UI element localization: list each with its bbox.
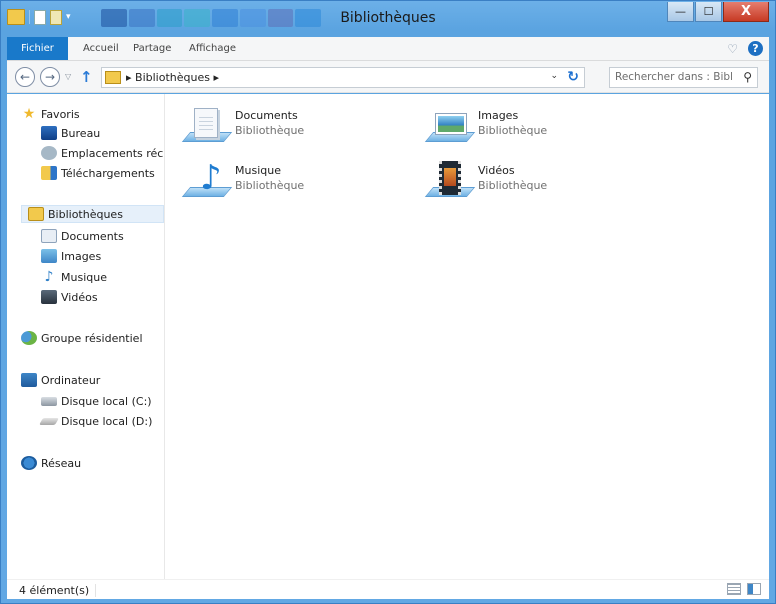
navigation-bar: ← → ▽ ↑ ▸ Bibliothèques ▸ ⌄ ↻ Rechercher… <box>7 61 769 93</box>
videos-icon <box>41 290 57 304</box>
sidebar-item-label: Disque local (D:) <box>61 414 153 428</box>
documents-library-icon <box>181 106 233 148</box>
details-view-icon[interactable] <box>727 583 741 595</box>
title-bar[interactable]: ▾ Bibliothèques — ☐ X <box>1 1 775 35</box>
sidebar-item-label: Disque local (C:) <box>61 394 152 408</box>
homegroup-icon <box>21 331 37 345</box>
large-icons-view-icon[interactable] <box>747 583 761 595</box>
address-path[interactable]: ▸ Bibliothèques ▸ <box>126 71 219 84</box>
library-item-pictures[interactable]: Images Bibliothèque <box>409 100 649 148</box>
film-strip <box>439 161 461 195</box>
recent-locations-icon[interactable]: ▽ <box>65 72 71 81</box>
sidebar-item-label: Bibliothèques <box>48 207 123 221</box>
libraries-icon <box>28 207 44 221</box>
content-area: ★ Favoris Bureau Emplacements récen Télé… <box>7 94 769 579</box>
picture-frame <box>436 114 466 134</box>
search-icon[interactable]: ⚲ <box>743 70 752 84</box>
sidebar-item-documents[interactable]: Documents <box>41 227 124 245</box>
hard-drive-icon <box>41 396 57 406</box>
desktop-icon <box>41 126 57 140</box>
library-type: Bibliothèque <box>235 124 305 137</box>
help-icon[interactable]: ? <box>748 41 763 56</box>
computer-icon <box>21 373 37 387</box>
sidebar-item-computer[interactable]: Ordinateur <box>21 371 100 389</box>
back-button[interactable]: ← <box>15 67 35 87</box>
library-name: Images <box>478 109 519 122</box>
expand-ribbon-icon[interactable]: ♡ <box>727 42 738 56</box>
pictures-icon <box>41 249 57 263</box>
sidebar-item-label: Favoris <box>41 107 80 121</box>
sidebar-item-label: Réseau <box>41 456 82 470</box>
library-name: Musique <box>235 164 281 177</box>
search-input[interactable]: Rechercher dans : Bibli... <box>615 71 733 83</box>
sidebar-item-drive-c[interactable]: Disque local (C:) <box>41 392 152 410</box>
sidebar-item-desktop[interactable]: Bureau <box>41 124 100 142</box>
sidebar-item-label: Emplacements récen <box>61 146 164 160</box>
pictures-library-icon <box>424 106 476 148</box>
sidebar-item-label: Téléchargements <box>61 166 155 180</box>
sidebar-item-label: Vidéos <box>61 290 98 304</box>
window-title: Bibliothèques <box>340 10 436 26</box>
sidebar-item-recent-places[interactable]: Emplacements récen <box>41 144 164 162</box>
refresh-icon[interactable]: ↻ <box>567 69 579 85</box>
sidebar-item-label: Groupe résidentiel <box>41 331 143 345</box>
document-page <box>194 108 218 138</box>
close-button[interactable]: X <box>723 2 769 22</box>
tab-view[interactable]: Affichage <box>183 37 242 60</box>
sidebar-item-pictures[interactable]: Images <box>41 247 101 265</box>
library-name: Documents <box>235 109 298 122</box>
explorer-window: ▾ Bibliothèques — ☐ X Fichier Accueil Pa… <box>0 0 776 604</box>
tab-share[interactable]: Partage <box>127 37 177 60</box>
music-note: ♪ <box>200 158 222 198</box>
downloads-icon <box>41 166 57 180</box>
library-type: Bibliothèque <box>478 124 548 137</box>
library-item-music[interactable]: ♪ Musique Bibliothèque <box>166 155 406 203</box>
videos-library-icon <box>424 161 476 203</box>
sidebar-item-music[interactable]: ♪ Musique <box>41 268 107 286</box>
library-item-documents[interactable]: Documents Bibliothèque <box>166 100 406 148</box>
library-item-videos[interactable]: Vidéos Bibliothèque <box>409 155 649 203</box>
sidebar-item-libraries[interactable]: Bibliothèques <box>21 205 164 223</box>
minimize-button[interactable]: — <box>667 2 694 22</box>
file-list: Documents Bibliothèque Images Bibliothèq… <box>166 94 769 579</box>
address-bar[interactable]: ▸ Bibliothèques ▸ ⌄ ↻ <box>101 67 585 88</box>
item-count: 4 élément(s) <box>19 584 97 597</box>
navigation-pane: ★ Favoris Bureau Emplacements récen Télé… <box>7 94 165 579</box>
music-icon: ♪ <box>44 269 54 285</box>
library-type: Bibliothèque <box>235 179 305 192</box>
sidebar-item-label: Documents <box>61 229 124 243</box>
up-button[interactable]: ↑ <box>80 68 93 86</box>
view-switcher <box>727 583 761 595</box>
recent-places-icon <box>41 146 57 160</box>
ribbon-tabs: Fichier Accueil Partage Affichage ♡ ? <box>7 37 769 61</box>
network-icon <box>21 456 37 470</box>
sidebar-item-label: Bureau <box>61 126 101 140</box>
sidebar-item-videos[interactable]: Vidéos <box>41 288 98 306</box>
sidebar-item-favorites[interactable]: ★ Favoris <box>21 105 80 123</box>
star-icon: ★ <box>22 106 36 122</box>
documents-icon <box>41 229 57 243</box>
sidebar-item-label: Musique <box>61 270 107 284</box>
libraries-icon <box>105 71 121 84</box>
sidebar-item-homegroup[interactable]: Groupe résidentiel <box>21 329 143 347</box>
search-box[interactable]: Rechercher dans : Bibli... ⚲ <box>609 67 758 88</box>
music-library-icon: ♪ <box>181 158 233 203</box>
library-type: Bibliothèque <box>478 179 548 192</box>
window-controls: — ☐ X <box>667 2 769 22</box>
sidebar-item-network[interactable]: Réseau <box>21 454 81 472</box>
library-name: Vidéos <box>478 164 515 177</box>
tab-home[interactable]: Accueil <box>77 37 125 60</box>
address-dropdown-icon[interactable]: ⌄ <box>550 71 558 81</box>
sidebar-item-label: Ordinateur <box>41 373 101 387</box>
hard-drive-icon <box>38 417 60 425</box>
sidebar-item-label: Images <box>61 249 102 263</box>
status-bar: 4 élément(s) <box>7 579 769 599</box>
tab-file[interactable]: Fichier <box>7 37 68 60</box>
ribbon-controls: ♡ ? <box>727 41 763 56</box>
sidebar-item-drive-d[interactable]: Disque local (D:) <box>38 412 153 430</box>
maximize-button[interactable]: ☐ <box>695 2 722 22</box>
sidebar-item-downloads[interactable]: Téléchargements <box>41 164 155 182</box>
forward-button[interactable]: → <box>40 67 60 87</box>
